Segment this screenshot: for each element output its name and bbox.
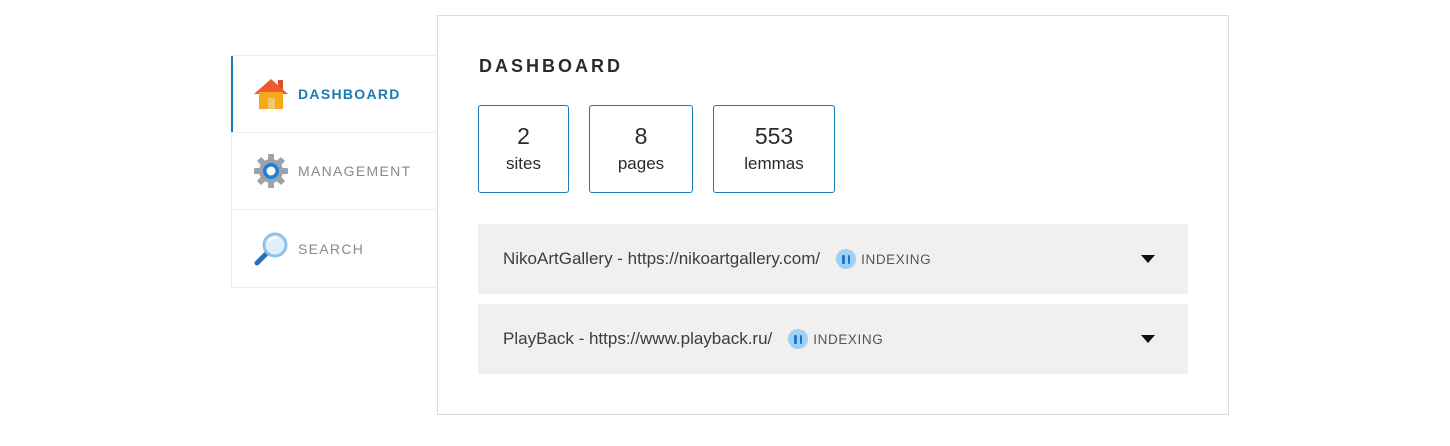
dashboard-panel: DASHBOARD 2 sites 8 pages 553 lemmas Nik… [437,15,1229,415]
sidebar-item-label: MANAGEMENT [298,163,412,179]
stat-label: sites [506,153,541,173]
sidebar-item-label: DASHBOARD [298,86,401,102]
pause-icon [836,249,857,269]
stat-value: 8 [634,123,648,150]
stat-value: 553 [754,123,794,150]
sidebar-item-search[interactable]: SEARCH [232,210,437,287]
status-text: INDEXING [813,331,884,347]
pause-icon [788,329,809,349]
caret-down-icon[interactable] [1138,329,1158,349]
caret-down-icon[interactable] [1138,249,1158,269]
stat-card-sites: 2 sites [478,105,569,193]
gear-icon [252,152,290,190]
house-icon [252,75,290,113]
status-text: INDEXING [861,251,932,267]
site-name: NikoArtGallery - https://nikoartgallery.… [503,249,821,268]
sidebar-item-management[interactable]: MANAGEMENT [232,133,437,210]
site-list: NikoArtGallery - https://nikoartgallery.… [478,224,1188,384]
magnifier-icon [252,230,290,268]
status-badge: INDEXING [788,329,883,349]
site-row-playback[interactable]: PlayBack - https://www.playback.ru/ INDE… [478,304,1188,374]
site-name: PlayBack - https://www.playback.ru/ [503,329,773,348]
stat-value: 2 [517,123,530,150]
sidebar-item-dashboard[interactable]: DASHBOARD [231,56,437,133]
sidebar: DASHBOARD MANAGEMENT SEARCH [231,55,437,288]
status-badge: INDEXING [836,249,931,269]
stat-card-lemmas: 553 lemmas [713,105,835,193]
stat-card-pages: 8 pages [589,105,693,193]
site-row-nikoartgallery[interactable]: NikoArtGallery - https://nikoartgallery.… [478,224,1188,294]
page-title: DASHBOARD [479,56,623,76]
stat-label: lemmas [744,153,804,173]
stats-row: 2 sites 8 pages 553 lemmas [478,105,835,193]
stat-label: pages [617,153,665,173]
sidebar-item-label: SEARCH [298,240,365,257]
